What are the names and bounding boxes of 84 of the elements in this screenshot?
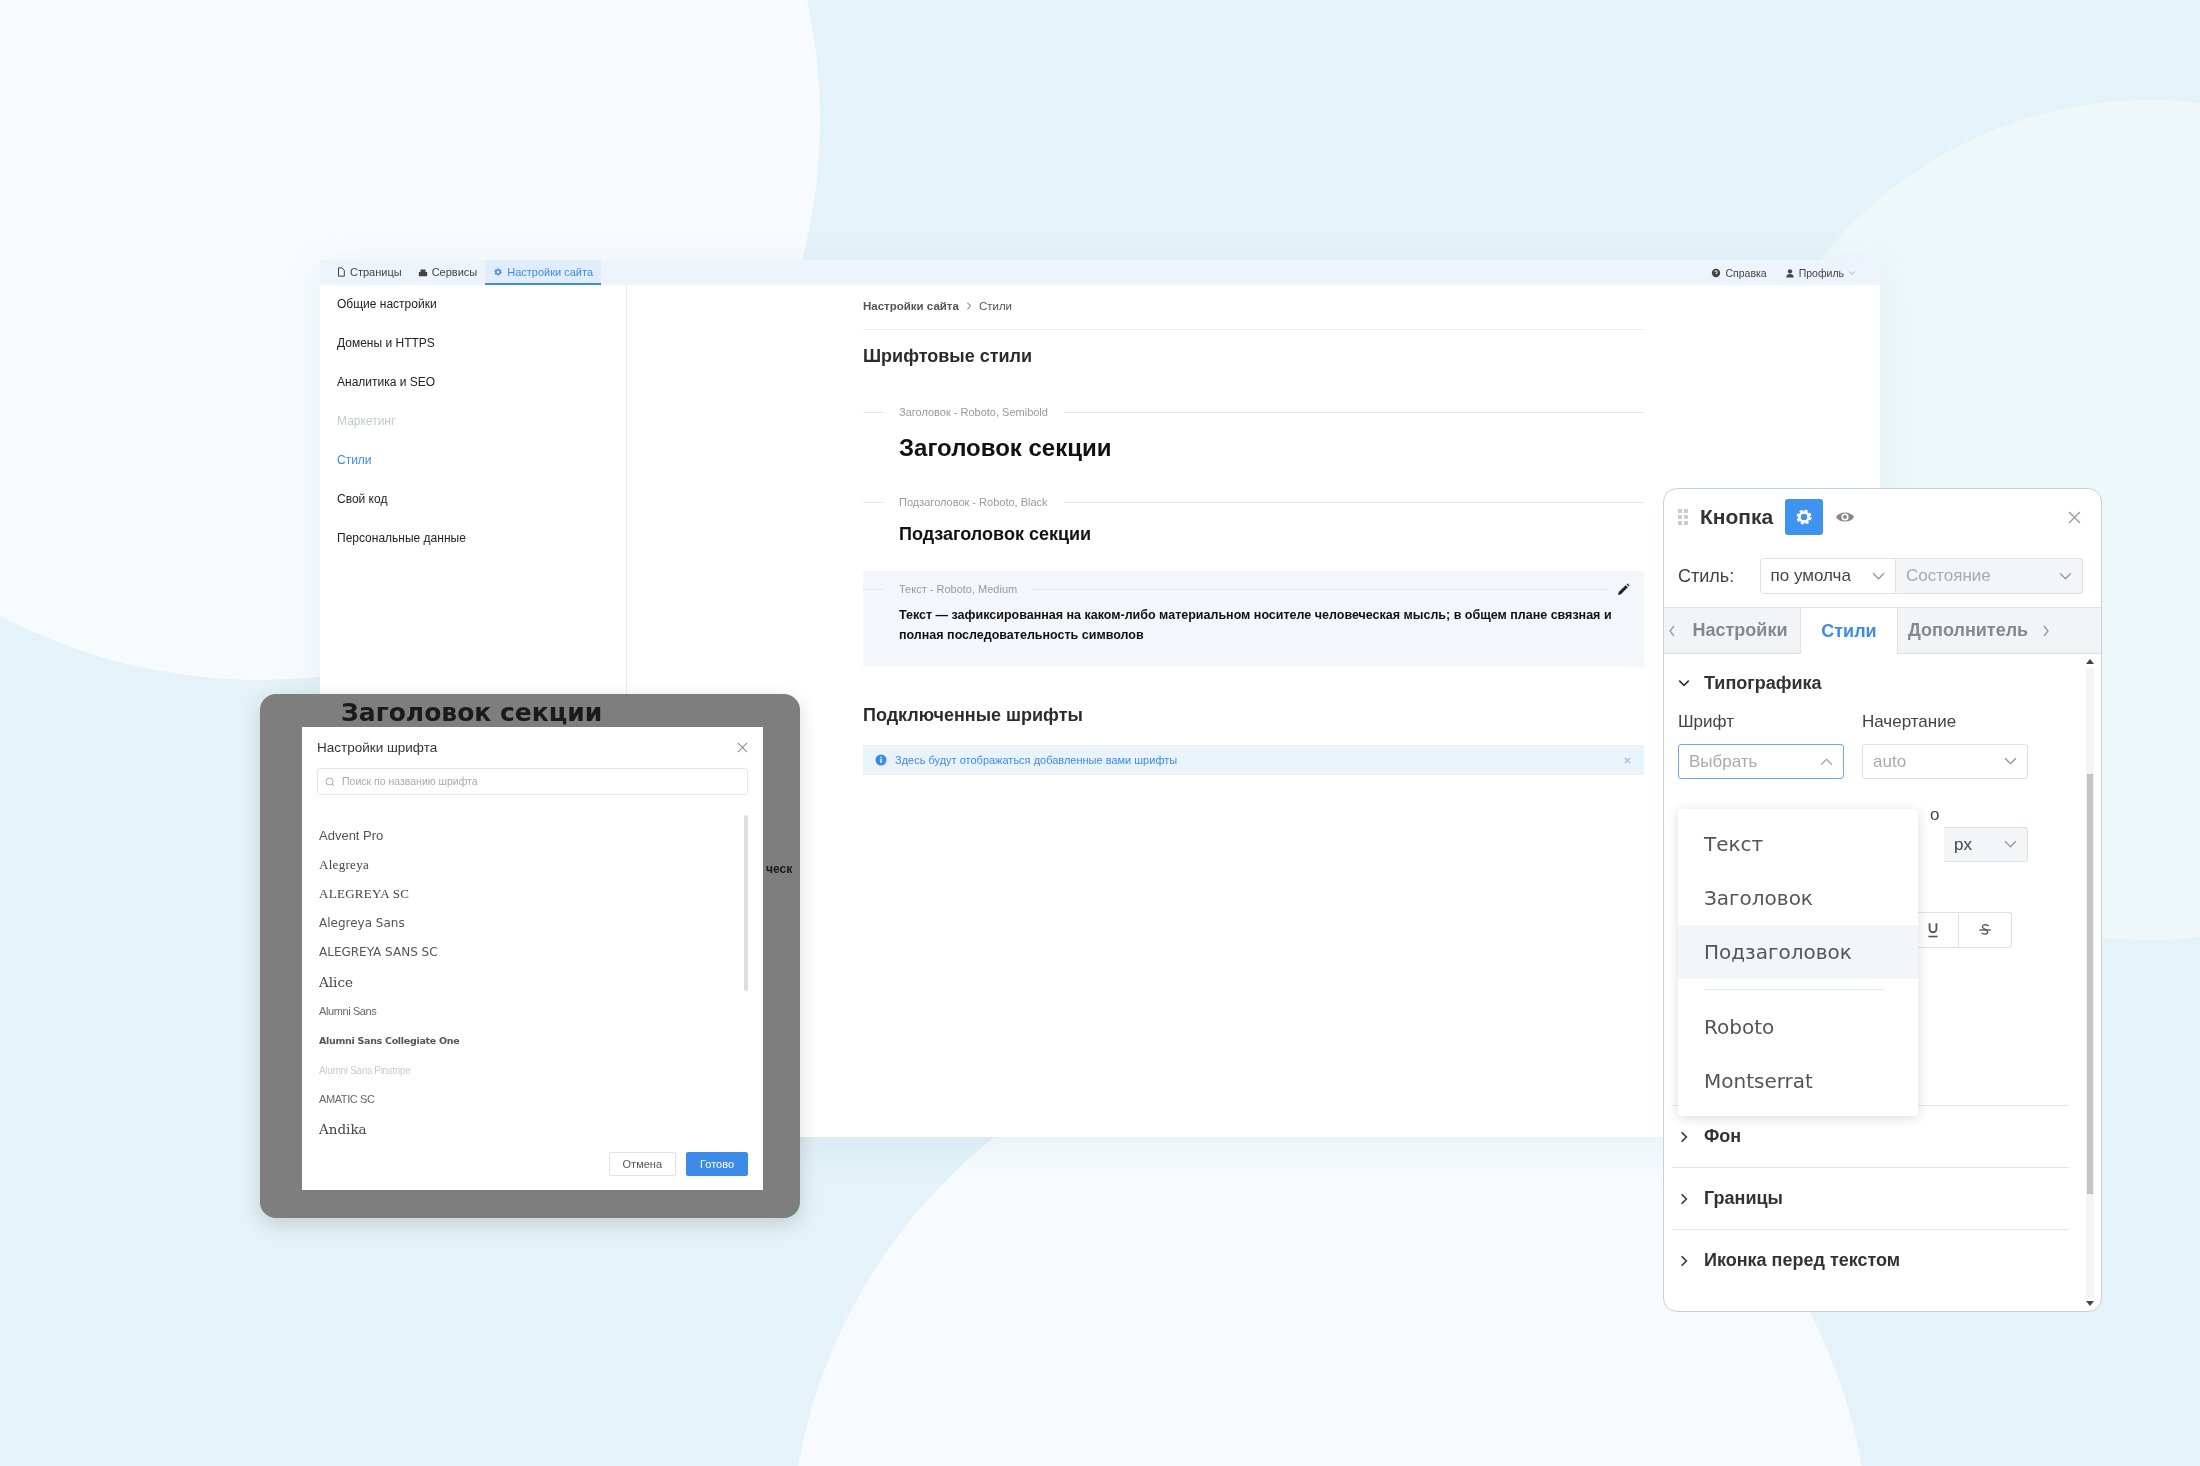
close-icon[interactable] [737, 741, 748, 753]
section-title: Шрифтовые стили [863, 345, 1034, 368]
info-icon [875, 754, 887, 766]
chevron-right-icon [964, 302, 973, 310]
eye-icon[interactable] [1835, 510, 1856, 524]
chevron-icon[interactable] [1678, 677, 1690, 689]
scroll-down-icon[interactable] [2086, 1301, 2094, 1307]
scroll-up-icon[interactable] [2086, 658, 2094, 664]
font-option[interactable]: AMATIC SC [319, 1085, 744, 1115]
sidebar-item[interactable]: Домены и HTTPS [337, 324, 626, 363]
scrollbar[interactable] [744, 814, 748, 991]
background-heading: Заголовок секции [341, 698, 603, 728]
nav-tab[interactable]: Страницы [328, 260, 410, 285]
chevron-down-icon [1871, 571, 1885, 581]
chevron-up-icon [1820, 757, 1833, 766]
dropdown-option[interactable]: Заголовок [1678, 871, 1918, 925]
help-icon [1711, 267, 1722, 278]
section-title[interactable]: Фон [1704, 1126, 1742, 1147]
unit-select[interactable]: px [1944, 827, 2028, 862]
underline-icon [1925, 922, 1940, 938]
edit-icon[interactable] [1617, 582, 1630, 596]
dropdown-option[interactable]: Montserrat [1678, 1054, 1918, 1108]
chevron-icon[interactable] [1678, 1192, 1690, 1205]
panel-title: Кнопка [1700, 505, 1774, 529]
drag-handle-icon[interactable] [1678, 509, 1688, 525]
sidebar-item[interactable]: Аналитика и SEO [337, 363, 626, 402]
user-icon [1784, 267, 1795, 278]
settings-button[interactable] [1785, 499, 1824, 535]
dropdown-option[interactable]: Подзаголовок [1678, 925, 1918, 979]
font-option[interactable]: Alumni Sans [319, 997, 744, 1027]
chevron-down-icon [2004, 840, 2017, 849]
style-label: Стиль: [1678, 565, 1736, 587]
close-icon[interactable] [2068, 510, 2081, 524]
style-sample: Заголовок секции [898, 434, 1113, 462]
font-option[interactable]: Alice [319, 967, 744, 998]
font-option[interactable]: Alegreya [319, 850, 744, 880]
style-caption: Текст - Roboto, Medium [899, 583, 1018, 595]
chevron-down-icon [2004, 757, 2017, 766]
background-text: ческ [766, 862, 793, 876]
field-label: о [1930, 805, 1940, 825]
document-icon [336, 266, 346, 277]
chevron-right-icon[interactable] [2042, 624, 2051, 637]
caret-icon [1848, 268, 1856, 277]
search-icon [325, 776, 335, 787]
style-sample: Подзаголовок секции [898, 524, 1093, 545]
font-option[interactable]: Advent Pro [319, 820, 744, 851]
breadcrumb-link[interactable]: Стили [978, 300, 1013, 312]
style-caption: Заголовок - Roboto, Semibold [899, 406, 1048, 418]
close-icon[interactable] [1623, 755, 1632, 765]
nav-tab[interactable]: Сервисы [409, 260, 486, 285]
chevron-left-icon[interactable] [1668, 624, 1676, 637]
font-option[interactable]: Alumni Sans Collegiate One [319, 1026, 744, 1056]
style-caption: Подзаголовок - Roboto, Black [899, 496, 1048, 508]
sidebar-item[interactable]: Персональные данные [337, 519, 626, 558]
field-label: Шрифт [1678, 712, 1735, 732]
dropdown-option[interactable]: Roboto [1678, 1000, 1918, 1054]
profile-menu[interactable]: Профиль [1784, 266, 1856, 279]
font-option[interactable]: ALEGREYA SC [319, 879, 744, 909]
font-option[interactable]: Andika [319, 1114, 744, 1144]
chevron-down-icon [2059, 571, 2072, 581]
chevron-icon[interactable] [1678, 1130, 1690, 1143]
search-field[interactable]: Поиск по названию шрифта [317, 767, 748, 795]
sidebar-item[interactable]: Общие настройки [337, 285, 626, 324]
sidebar-item[interactable]: Стили [337, 441, 626, 480]
dialog-title: Настройки шрифта [317, 739, 438, 755]
field-label: Начертание [1862, 712, 1958, 732]
dropdown-option[interactable]: Текст [1678, 817, 1918, 871]
section-title[interactable]: Иконка перед текстом [1704, 1250, 1901, 1271]
section-title[interactable]: Типографика [1704, 672, 1822, 694]
section-title: Подключенные шрифты [863, 704, 1084, 727]
sidebar-item[interactable]: Свой код [337, 480, 626, 519]
strikethrough-icon [1978, 922, 1992, 938]
settings-icon [493, 266, 504, 277]
help-link[interactable]: Справка [1711, 266, 1767, 279]
style-sample: Текст — зафиксированная на каком-либо материальном носителе человеческая мысль; в общем плане связная и полная последовательность символов [898, 607, 1613, 644]
cancel-button[interactable]: Отмена [608, 1152, 677, 1176]
chevron-icon[interactable] [1678, 1254, 1690, 1267]
strikethrough-button[interactable] [1959, 912, 2012, 948]
style-select[interactable]: по умолча [1759, 558, 1896, 594]
section-title[interactable]: Границы [1704, 1188, 1783, 1209]
font-option[interactable]: ALEGREYA SANS SC [319, 938, 744, 968]
notice-text: Здесь будут отображаться добавленные вами шрифты [895, 754, 1179, 766]
font-option[interactable]: Alegreya Sans [319, 908, 744, 939]
breadcrumb-link[interactable]: Настройки сайта [863, 300, 959, 312]
